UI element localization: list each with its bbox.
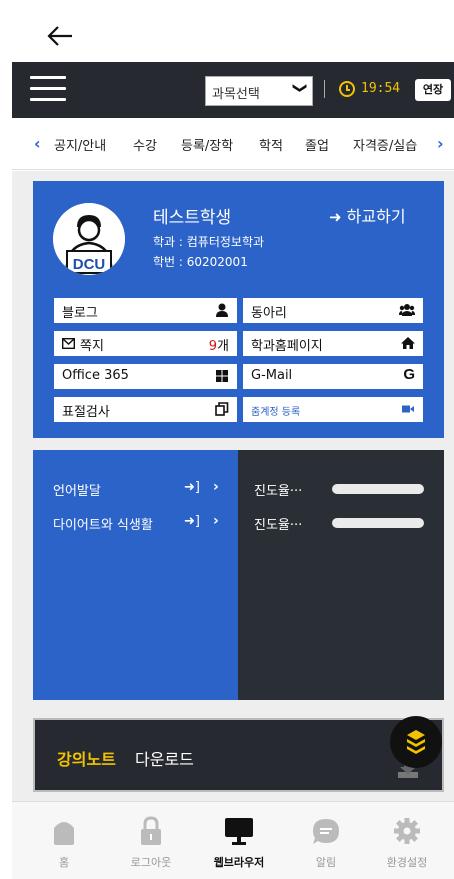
- avatar-badge: DCU: [73, 256, 106, 273]
- avatar: DCU: [53, 203, 125, 275]
- zoom-register-button[interactable]: 줌계정 등록: [243, 397, 423, 422]
- student-id-text: 학번 : 60202001: [153, 255, 248, 269]
- app-screen: 과목선택 ❯ 19:54 연장 ‹ 공지/안내 수강 등록/장학 학적 졸업 자…: [12, 0, 454, 879]
- copy-icon: [215, 402, 229, 416]
- tab-notice[interactable]: 공지/안내: [54, 135, 106, 154]
- gmail-button[interactable]: G-Mail G: [243, 364, 423, 389]
- enter-icon: ➜]: [184, 480, 200, 495]
- course-item[interactable]: 다이어트와 식생활 ➜] ›: [33, 509, 238, 535]
- menu-tabs: ‹ 공지/안내 수강 등록/장학 학적 졸업 자격증/실습 ›: [12, 118, 454, 170]
- course-item[interactable]: 언어발달 ➜] ›: [33, 475, 238, 501]
- course-select[interactable]: 과목선택 ❯: [205, 76, 313, 106]
- gear-icon: [394, 818, 420, 844]
- chevron-down-icon: ❯: [292, 82, 309, 94]
- course-name: 다이어트와 식생활: [53, 518, 153, 533]
- tab-graduation[interactable]: 졸업: [305, 135, 329, 154]
- session-timer: 19:54: [361, 81, 401, 96]
- message-count: 9개: [208, 339, 229, 354]
- nav-settings[interactable]: 환경설정: [367, 812, 447, 874]
- main-content: DCU 테스트학생 ➜ 하교하기 학과 : 컴퓨터정보학과 학번 : 60202…: [12, 171, 454, 801]
- nav-home[interactable]: 홈: [24, 812, 104, 874]
- student-avatar-icon: DCU: [53, 203, 125, 275]
- app-header: 과목선택 ❯ 19:54 연장: [12, 62, 454, 118]
- lock-icon: [141, 816, 161, 845]
- video-icon: [402, 405, 414, 413]
- progress-bar: [332, 518, 424, 528]
- divider: [324, 80, 325, 98]
- tab-registration[interactable]: 등록/장학: [181, 135, 233, 154]
- nav-logout[interactable]: 로그아웃: [111, 812, 191, 874]
- student-name: 테스트학생: [153, 208, 232, 228]
- nav-notifications[interactable]: 알림: [286, 812, 366, 874]
- chevron-right-icon: ›: [213, 513, 219, 529]
- home-icon: [54, 822, 74, 845]
- course-select-value: 과목선택: [212, 87, 260, 102]
- zoom-register-label: 줌계정 등록: [251, 407, 301, 418]
- enter-icon: ➜]: [184, 514, 200, 529]
- dept-homepage-label: 학과홈페이지: [251, 339, 323, 354]
- clock-icon: [339, 81, 355, 97]
- chat-icon: [313, 819, 339, 844]
- google-icon: G: [403, 366, 415, 383]
- office365-label: Office 365: [62, 368, 129, 383]
- nav-notifications-label: 알림: [315, 856, 337, 869]
- tab-certificates[interactable]: 자격증/실습: [353, 135, 417, 154]
- tabs-next-icon[interactable]: ›: [437, 134, 444, 153]
- top-bar: [12, 0, 454, 62]
- user-icon: [216, 303, 228, 317]
- sign-out-icon: ➜: [329, 208, 342, 226]
- nav-web-browser[interactable]: 웹브라우저: [199, 812, 279, 874]
- course-progress: 진도율···: [238, 509, 444, 535]
- nav-web-browser-label: 웹브라우저: [213, 856, 265, 869]
- nav-home-label: 홈: [58, 856, 70, 869]
- dept-homepage-button[interactable]: 학과홈페이지: [243, 331, 423, 356]
- office365-button[interactable]: Office 365: [54, 364, 237, 389]
- message-button[interactable]: 쪽지 9개: [54, 331, 237, 356]
- nav-logout-label: 로그아웃: [130, 856, 172, 869]
- arrow-left-icon[interactable]: [46, 24, 74, 48]
- plagiarism-check-label: 표절검사: [62, 405, 110, 420]
- layers-icon: [407, 730, 425, 754]
- windows-icon: [216, 370, 228, 382]
- envelope-icon: [62, 338, 75, 349]
- progress-bar: [332, 484, 424, 494]
- course-list: 언어발달 ➜] › 진도율··· 다이어트와 식생활 ➜] › 진도율···: [33, 450, 444, 700]
- course-name: 언어발달: [53, 484, 101, 499]
- tab-academic-records[interactable]: 학적: [259, 135, 283, 154]
- gmail-label: G-Mail: [251, 368, 293, 383]
- logout-button[interactable]: ➜ 하교하기: [329, 203, 406, 227]
- profile-card: DCU 테스트학생 ➜ 하교하기 학과 : 컴퓨터정보학과 학번 : 60202…: [33, 181, 444, 438]
- tabs-prev-icon[interactable]: ‹: [34, 134, 41, 153]
- progress-label: 진도율···: [254, 518, 303, 533]
- download-fab[interactable]: [390, 716, 442, 768]
- users-icon: [399, 304, 415, 316]
- club-button[interactable]: 동아리: [243, 298, 423, 323]
- logout-label: 하교하기: [346, 207, 406, 226]
- notes-label: 다운로드: [135, 750, 194, 769]
- monitor-icon: [225, 818, 253, 845]
- department-text: 학과 : 컴퓨터정보학과: [153, 235, 265, 249]
- message-label: 쪽지: [80, 339, 104, 354]
- chevron-right-icon: ›: [213, 479, 219, 495]
- progress-label: 진도율···: [254, 484, 303, 499]
- blog-button[interactable]: 블로그: [54, 298, 237, 323]
- nav-settings-label: 환경설정: [386, 856, 428, 869]
- extend-button[interactable]: 연장: [415, 79, 451, 101]
- plagiarism-check-button[interactable]: 표절검사: [54, 397, 237, 422]
- lecture-notes-download[interactable]: 강의노트 다운로드: [33, 718, 444, 792]
- blog-label: 블로그: [62, 306, 98, 321]
- hamburger-icon[interactable]: [30, 74, 66, 104]
- home-icon: [401, 337, 415, 349]
- bottom-navigation: 홈 로그아웃 웹브라우저 알림 환경설정: [12, 801, 454, 879]
- club-label: 동아리: [251, 306, 287, 321]
- notes-highlight: 강의노트: [57, 750, 116, 769]
- course-progress: 진도율···: [238, 475, 444, 501]
- tab-courses[interactable]: 수강: [133, 135, 157, 154]
